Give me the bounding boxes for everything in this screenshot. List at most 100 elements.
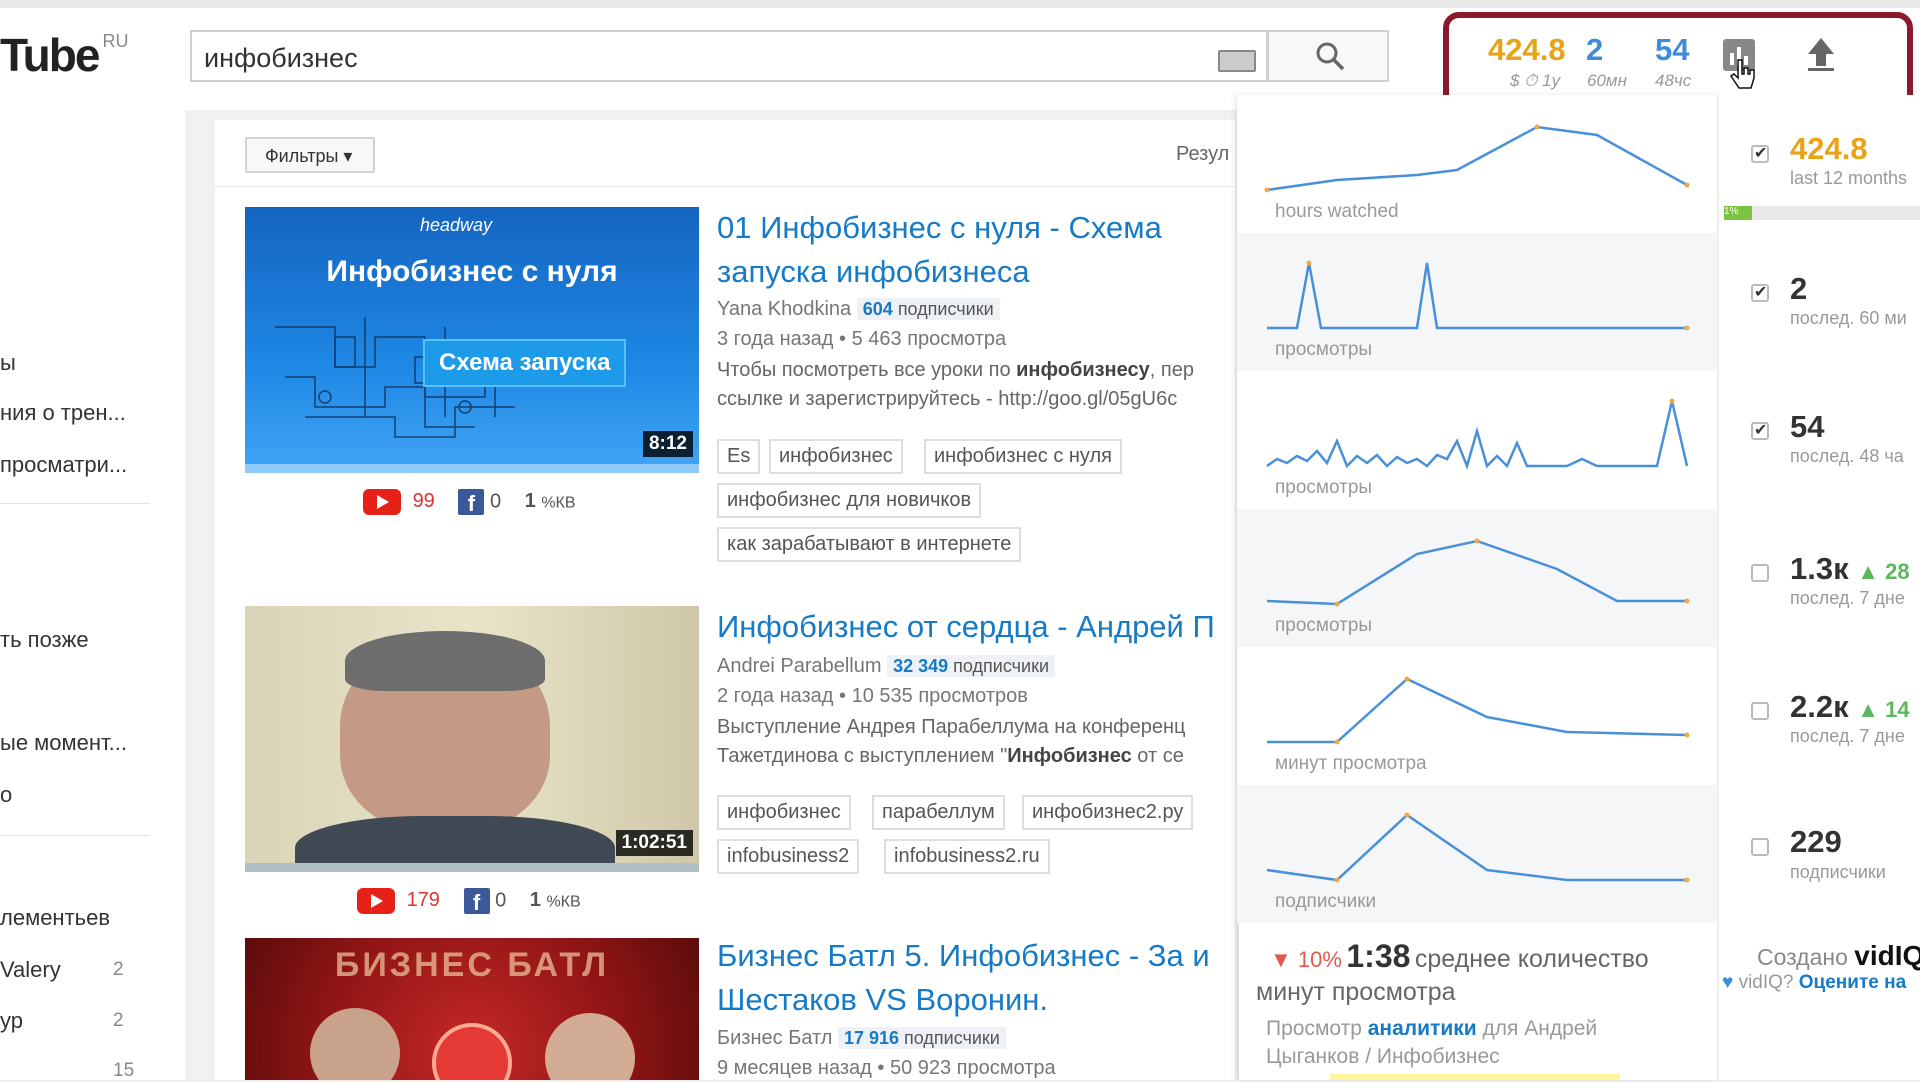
upload-icon <box>1808 38 1834 71</box>
chart-views-48h: просмотры <box>1237 371 1717 509</box>
sidebar-divider <box>0 503 150 504</box>
chart-subscribers: подписчики <box>1237 785 1717 923</box>
analytics-link-text: Просмотр аналитики для Андрей Цыганков /… <box>1266 1017 1598 1068</box>
video-thumbnail[interactable]: headway Инфобизнес с нуля Схема запуска … <box>245 207 699 473</box>
chart-label: подписчики <box>1275 891 1377 912</box>
video-tag[interactable]: инфобизнес2.ру <box>1022 795 1194 830</box>
video-tag[interactable]: infobusiness2 <box>717 839 860 874</box>
chart-views-7d: просмотры <box>1237 509 1717 647</box>
filters-button[interactable]: Фильтры ▾ <box>245 137 375 173</box>
sidebar-item-trending[interactable]: ния о трен... <box>0 400 126 426</box>
facebook-icon: f <box>458 489 485 516</box>
emblem-image <box>432 1023 512 1080</box>
views-per-hour-label: $ ⏱ 1у <box>1510 71 1561 90</box>
chart-hours-watched: hours watched <box>1237 95 1717 233</box>
stat-checkbox[interactable] <box>1751 702 1769 720</box>
video-tag[interactable]: инфобизнес <box>769 439 903 474</box>
views-per-hour-stat: 424.8 <box>1488 32 1566 67</box>
views-60min-label: 60мн <box>1587 71 1627 90</box>
video-tag[interactable]: как зарабатывают в интернете <box>717 527 1022 562</box>
video-title[interactable]: 01 Инфобизнес с нуля - Схема запуска инф… <box>717 206 1237 294</box>
cursor-hand-icon <box>1730 59 1755 89</box>
video-channel-line: Yana Khodkina 604 подписчики <box>717 298 1000 321</box>
stat-sublabel: послед. 7 дне <box>1790 588 1905 608</box>
stat-value: 2 <box>1790 271 1808 306</box>
vidiq-social-stats: 99 f 0 1 %КВ <box>363 489 576 516</box>
youtube-logo[interactable]: Tube RU <box>0 28 128 82</box>
progress-bar: 1% <box>1724 206 1920 220</box>
person-left-image <box>310 1008 400 1080</box>
video-thumbnail[interactable]: БИЗНЕС БАТЛ <box>245 938 699 1080</box>
search-input[interactable]: инфобизнес <box>190 30 1268 82</box>
thumbnail-title: Инфобизнес с нуля <box>326 255 618 288</box>
video-description: Чтобы посмотреть все уроки по инфобизнес… <box>717 359 1194 410</box>
chart-watch-minutes: минут просмотра <box>1237 647 1717 785</box>
subscription-count: 2 <box>113 1010 124 1031</box>
stat-sublabel: послед. 60 ми <box>1790 308 1907 328</box>
chart-label: просмотры <box>1275 615 1373 636</box>
vidiq-social-stats: 179 f 0 1 %КВ <box>357 888 581 915</box>
video-tag[interactable]: парабеллум <box>872 795 1005 830</box>
chart-views-60min: просмотры <box>1237 233 1717 371</box>
sidebar-subscription[interactable]: лементьев <box>0 905 110 931</box>
video-tag[interactable]: инфобизнес <box>717 795 851 830</box>
youtube-icon <box>357 888 395 914</box>
video-duration: 1:02:51 <box>615 830 693 856</box>
sidebar-item-watch-later[interactable]: ть позже <box>0 627 89 653</box>
heart-icon: ♥ <box>1722 972 1734 993</box>
sidebar-divider <box>0 835 150 836</box>
channel-name[interactable]: Yana Khodkina <box>717 298 851 320</box>
divider <box>215 186 1235 187</box>
sidebar-item[interactable]: о <box>0 782 12 808</box>
subscriber-badge: 604 подписчики <box>856 298 1000 320</box>
stat-checkbox[interactable] <box>1751 564 1769 582</box>
video-tag[interactable]: Es <box>717 439 761 474</box>
stat-sublabel: подписчики <box>1790 862 1886 882</box>
youtube-icon <box>363 489 401 515</box>
subscriber-badge: 17 916 подписчики <box>837 1027 1006 1049</box>
stat-value: 229 <box>1790 824 1842 859</box>
sidebar-item-history[interactable]: просматри... <box>0 452 127 478</box>
chart-label: минут просмотра <box>1275 753 1427 774</box>
upload-button[interactable] <box>1806 36 1836 77</box>
search-button[interactable] <box>1267 30 1389 82</box>
views-60min-stat: 2 <box>1586 32 1604 67</box>
guide-sidebar <box>0 110 185 1080</box>
created-by: Создано vidIQ <box>1757 940 1920 971</box>
stat-sublabel: послед. 48 ча <box>1790 446 1904 466</box>
thumbnail-badge: Схема запуска <box>423 339 627 387</box>
video-title[interactable]: Бизнес Батл 5. Инфобизнес - За и Шестаков… <box>717 934 1237 1022</box>
video-tag[interactable]: infobusiness2.ru <box>884 839 1050 874</box>
avg-duration-stat: ▼ 10% 1:38 среднее количество <box>1270 938 1649 974</box>
subscription-count: 15 <box>113 1060 135 1081</box>
stat-checkbox[interactable] <box>1751 143 1769 163</box>
video-title[interactable]: Инфобизнес от сердца - Андрей П <box>717 605 1237 649</box>
facebook-icon: f <box>463 888 490 915</box>
stat-checkbox[interactable] <box>1751 838 1769 856</box>
video-thumbnail[interactable]: 1:02:51 <box>245 606 699 872</box>
sidebar-subscription[interactable]: Valery <box>0 957 61 983</box>
search-icon <box>1316 42 1345 71</box>
stat-checkbox[interactable] <box>1751 420 1769 440</box>
speaker-hair-image <box>345 631 545 691</box>
rate-link[interactable]: Оцените на <box>1799 972 1906 993</box>
stat-sublabel: послед. 7 дне <box>1790 726 1905 746</box>
sidebar-item[interactable]: ы <box>0 350 16 376</box>
thumbnail-bar <box>245 464 699 473</box>
analytics-link[interactable]: аналитики <box>1368 1017 1477 1040</box>
video-tag[interactable]: инфобизнес с нуля <box>924 439 1122 474</box>
views-48h-stat: 54 <box>1655 32 1690 67</box>
views-48h-label: 48чс <box>1655 71 1692 90</box>
video-duration: 8:12 <box>642 431 693 457</box>
rate-vidiq: ♥ vidIQ? Оцените на <box>1722 972 1907 993</box>
stat-checkbox[interactable] <box>1751 282 1769 302</box>
sidebar-subscription[interactable]: ур <box>0 1008 23 1034</box>
person-right-image <box>545 1013 635 1080</box>
stat-value: 1.3к ▲ 28 <box>1790 551 1910 586</box>
stat-value: 424.8 <box>1790 131 1868 166</box>
video-tag[interactable]: инфобизнес для новичков <box>717 483 982 518</box>
sidebar-item-favorites[interactable]: ые момент... <box>0 730 127 756</box>
channel-name[interactable]: Бизнес Батл <box>717 1027 832 1049</box>
channel-name[interactable]: Andrei Parabellum <box>717 655 882 677</box>
keyboard-icon[interactable] <box>1218 50 1256 72</box>
